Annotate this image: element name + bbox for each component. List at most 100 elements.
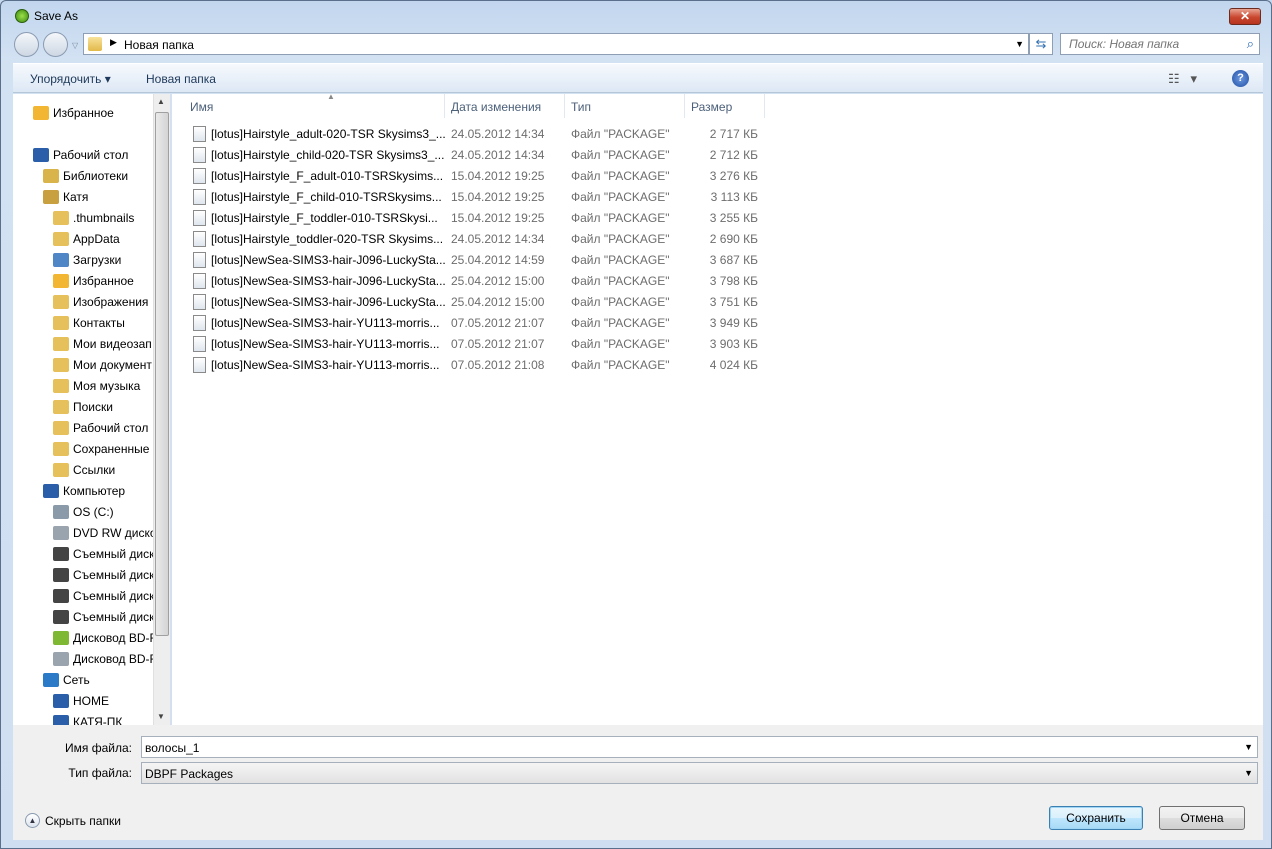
file-row[interactable]: [lotus]Hairstyle_toddler-020-TSR Skysims… [190, 229, 770, 250]
nav-item[interactable]: Библиотеки [43, 166, 128, 186]
file-date: 07.05.2012 21:07 [451, 337, 545, 351]
nav-item[interactable]: Компьютер [43, 481, 125, 501]
links-icon [53, 463, 69, 477]
file-row[interactable]: [lotus]NewSea-SIMS3-hair-YU113-morris...… [190, 355, 770, 376]
nav-item[interactable]: Катя [43, 187, 88, 207]
column-divider[interactable] [764, 94, 765, 118]
save-button[interactable]: Сохранить [1049, 806, 1143, 830]
file-row[interactable]: [lotus]Hairstyle_adult-020-TSR Skysims3_… [190, 124, 770, 145]
nav-item[interactable]: Дисковод BD-F [53, 628, 157, 648]
nav-item[interactable]: Загрузки [53, 250, 121, 270]
file-row[interactable]: [lotus]NewSea-SIMS3-hair-YU113-morris...… [190, 334, 770, 355]
nav-item[interactable]: Контакты [53, 313, 125, 333]
filename-value[interactable]: волосы_1 [145, 741, 199, 755]
column-header-date[interactable]: Дата изменения [451, 94, 541, 118]
music-icon [53, 379, 69, 393]
nav-item[interactable]: Съемный диск [53, 565, 154, 585]
nav-scrollbar[interactable]: ▲ ▼ [153, 94, 170, 725]
nav-item[interactable]: Рабочий стол [33, 145, 128, 165]
nav-item[interactable]: Сеть [43, 670, 90, 690]
nav-item-label: Моя музыка [73, 379, 141, 393]
nav-item[interactable]: Съемный диск [53, 607, 154, 627]
refresh-button[interactable]: ⇆ [1029, 33, 1053, 55]
forward-button[interactable] [43, 32, 68, 57]
scrollbar-thumb[interactable] [155, 112, 169, 636]
hide-folders-toggle[interactable]: ▲ Скрыть папки [25, 813, 121, 828]
search-icon[interactable]: ⌕ [1247, 36, 1254, 52]
file-date: 07.05.2012 21:07 [451, 316, 545, 330]
nav-item[interactable]: Избранное [33, 103, 114, 123]
nav-item[interactable]: Съемный диск [53, 586, 154, 606]
nav-item-label: Библиотеки [63, 169, 129, 183]
filetype-dropdown-icon[interactable]: ▼ [1244, 768, 1253, 778]
file-type: Файл "PACKAGE" [571, 358, 670, 372]
nav-item[interactable]: .thumbnails [53, 208, 134, 228]
nav-item[interactable]: Мои документ [53, 355, 152, 375]
nav-item-label: Мои документ [73, 358, 152, 372]
breadcrumb-current[interactable]: Новая папка [124, 38, 194, 52]
nav-item-label: HOME [73, 694, 109, 708]
window-title: Save As [34, 9, 79, 23]
nav-item[interactable]: Моя музыка [53, 376, 140, 396]
view-options-icon[interactable]: ☷ ▾ [1168, 71, 1197, 87]
file-row[interactable]: [lotus]NewSea-SIMS3-hair-J096-LuckySta..… [190, 250, 770, 271]
file-date: 25.04.2012 14:59 [451, 253, 545, 267]
nav-item[interactable]: DVD RW диско [53, 523, 157, 543]
file-row[interactable]: [lotus]Hairstyle_child-020-TSR Skysims3_… [190, 145, 770, 166]
column-divider[interactable] [564, 94, 565, 118]
back-button[interactable] [14, 32, 39, 57]
file-date: 07.05.2012 21:08 [451, 358, 545, 372]
nav-item[interactable]: Изображения [53, 292, 148, 312]
breadcrumb-arrow-icon[interactable]: ▶ [110, 37, 117, 48]
downloads-icon [53, 253, 69, 267]
new-folder-button[interactable]: Новая папка [146, 72, 216, 86]
address-dropdown-icon[interactable]: ▼ [1015, 39, 1024, 49]
search-box[interactable]: ⌕ [1060, 33, 1260, 55]
address-bar[interactable]: ▶ Новая папка ▼ [83, 33, 1029, 55]
column-divider[interactable] [444, 94, 445, 118]
column-divider[interactable] [684, 94, 685, 118]
cancel-button[interactable]: Отмена [1159, 806, 1245, 830]
file-size: 3 751 КБ [709, 295, 758, 309]
file-size: 3 255 КБ [709, 211, 758, 225]
column-header-size[interactable]: Размер [691, 94, 732, 118]
close-button[interactable]: ✕ [1229, 8, 1261, 25]
filename-input[interactable]: волосы_1 ▼ [141, 736, 1258, 758]
file-row[interactable]: [lotus]NewSea-SIMS3-hair-YU113-morris...… [190, 313, 770, 334]
nav-item[interactable]: OS (C:) [53, 502, 114, 522]
nav-item[interactable]: Ссылки [53, 460, 115, 480]
nav-item[interactable]: Съемный диск [53, 544, 154, 564]
file-row[interactable]: [lotus]NewSea-SIMS3-hair-J096-LuckySta..… [190, 292, 770, 313]
file-size: 3 113 КБ [710, 190, 758, 204]
scroll-down-icon[interactable]: ▼ [157, 712, 165, 721]
file-row[interactable]: [lotus]Hairstyle_F_toddler-010-TSRSkysi.… [190, 208, 770, 229]
column-header-type[interactable]: Тип [571, 94, 591, 118]
nav-item[interactable]: Сохраненные [53, 439, 149, 459]
file-row[interactable]: [lotus]NewSea-SIMS3-hair-J096-LuckySta..… [190, 271, 770, 292]
save-as-dialog: Save As ✕ ▽ ▶ Новая папка ▼ ⇆ ⌕ Упорядоч… [0, 0, 1272, 849]
nav-item[interactable]: AppData [53, 229, 120, 249]
file-name: [lotus]NewSea-SIMS3-hair-YU113-morris... [211, 316, 440, 330]
nav-item[interactable]: Рабочий стол [53, 418, 148, 438]
file-row[interactable]: [lotus]Hairstyle_F_adult-010-TSRSkysims.… [190, 166, 770, 187]
history-dropdown-icon[interactable]: ▽ [72, 41, 78, 50]
nav-item-label: .thumbnails [73, 211, 135, 225]
organize-button[interactable]: Упорядочить ▾ [30, 72, 111, 86]
search-input[interactable] [1069, 37, 1239, 51]
nav-item[interactable]: КАТЯ-ПК [53, 712, 122, 725]
nav-item-label: Изображения [73, 295, 149, 309]
nav-item[interactable]: Мои видеозап [53, 334, 152, 354]
scroll-up-icon[interactable]: ▲ [157, 97, 165, 106]
column-header-name[interactable]: Имя ▲ [190, 92, 335, 118]
nav-item[interactable]: HOME [53, 691, 109, 711]
network-icon [43, 673, 59, 687]
nav-item[interactable]: Дисковод BD-F [53, 649, 157, 669]
nav-item[interactable]: Поиски [53, 397, 113, 417]
file-row[interactable]: [lotus]Hairstyle_F_child-010-TSRSkysims.… [190, 187, 770, 208]
help-icon[interactable]: ? [1232, 70, 1249, 87]
filename-dropdown-icon[interactable]: ▼ [1244, 742, 1253, 752]
filetype-select[interactable]: DBPF Packages ▼ [141, 762, 1258, 784]
nav-item[interactable]: Избранное [53, 271, 134, 291]
network-computer-icon [53, 694, 69, 708]
file-size: 3 949 КБ [709, 316, 758, 330]
